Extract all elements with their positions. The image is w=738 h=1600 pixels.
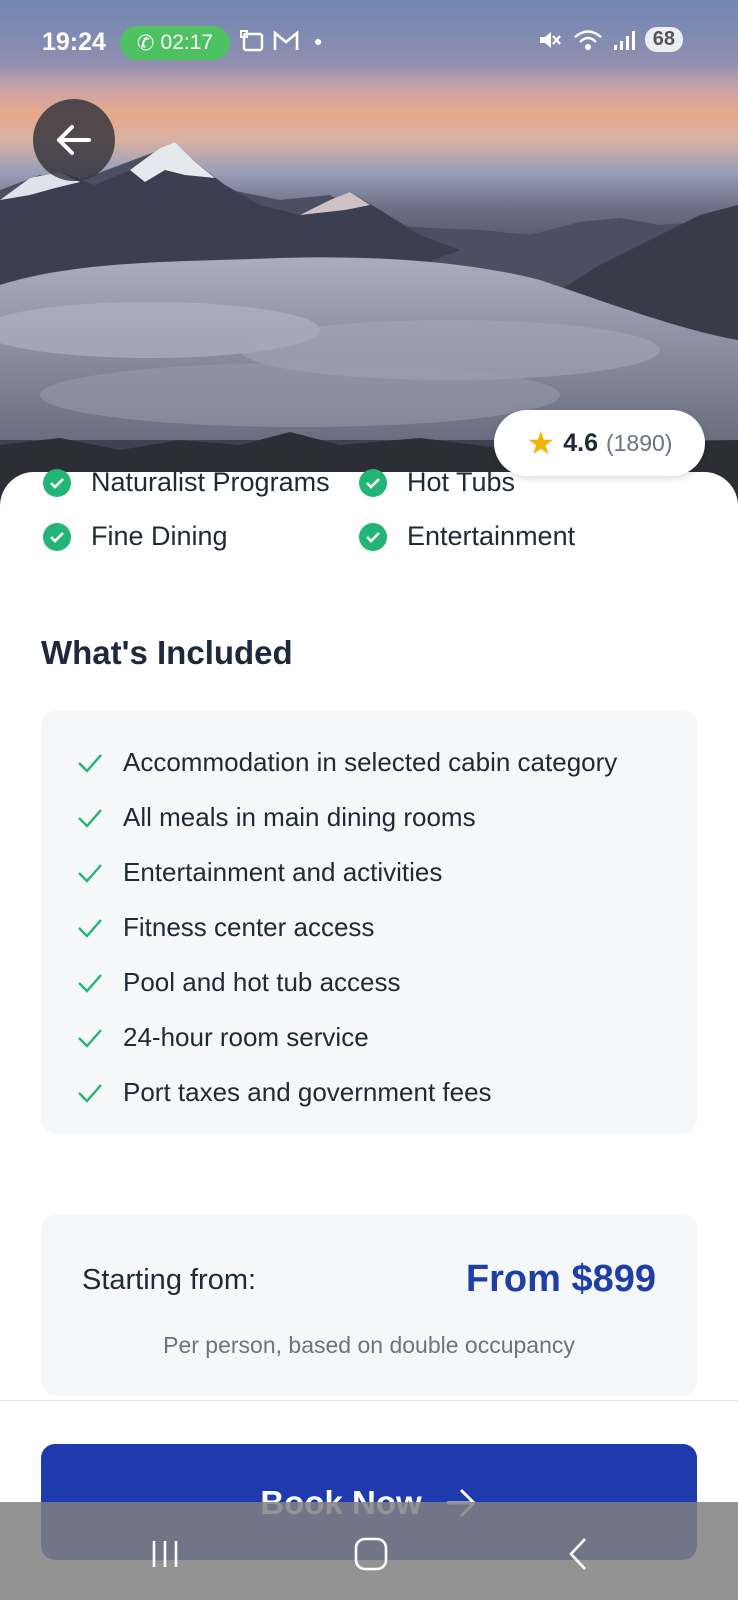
price-label: Starting from: [82,1264,257,1296]
included-item-label: Accommodation in selected cabin category [123,747,618,777]
rating-badge: ★ 4.6 (1890) [494,410,705,476]
included-item-label: All meals in main dining rooms [123,802,476,832]
included-item-label: Pool and hot tub access [123,967,401,997]
status-bar: 19:24 ✆ 02:17 ● 68 [0,0,738,86]
amenity-item: Naturalist Programs [43,467,330,498]
chevron-left-icon [569,1538,586,1570]
list-item: Fitness center access [77,912,374,943]
home-button[interactable] [341,1532,401,1576]
divider [0,1400,738,1401]
call-timer: 02:17 [160,31,214,54]
system-navigation-bar [0,1502,738,1600]
gmail-icon [273,30,299,50]
pricing-card: Starting from: From $899 Per person, bas… [41,1214,697,1396]
screen-record-icon [240,30,264,52]
details-sheet: Naturalist Programs Hot Tubs Fine Dining… [0,467,738,1600]
list-item: All meals in main dining rooms [77,802,476,833]
included-item-label: Fitness center access [123,912,375,942]
notification-icons: ● [240,29,322,53]
check-icon [78,918,102,938]
amenity-label: Fine Dining [91,521,228,551]
recent-apps-button[interactable] [135,1532,195,1576]
check-circle-icon [359,468,387,497]
ongoing-call-pill[interactable]: ✆ 02:17 [120,26,230,60]
check-icon [78,753,102,773]
rating-count: (1890) [605,429,673,456]
list-item: Accommodation in selected cabin category [77,747,617,778]
mute-icon [539,31,561,48]
check-circle-icon [43,522,71,551]
included-item-label: Entertainment and activities [123,857,443,887]
amenity-label: Entertainment [407,521,576,551]
amenity-label: Naturalist Programs [91,467,330,497]
phone-icon: ✆ [136,31,155,55]
list-item: Pool and hot tub access [77,967,401,998]
list-item: Entertainment and activities [77,857,442,888]
amenity-item: Fine Dining [43,521,228,552]
check-icon [78,808,102,828]
amenity-item: Hot Tubs [359,467,515,498]
wifi-icon [573,29,602,50]
list-item: Port taxes and government fees [77,1077,492,1108]
check-circle-icon [43,468,71,497]
check-icon [78,863,102,883]
amenity-label: Hot Tubs [407,467,516,497]
price-value: From $899 [465,1258,656,1300]
price-note: Per person, based on double occupancy [163,1332,575,1358]
check-icon [78,1028,102,1048]
signal-icon [613,30,635,50]
system-icons: 68 [537,27,683,52]
section-title-whats-included: What's Included [41,634,293,671]
home-icon [354,1537,388,1571]
arrow-left-icon [57,125,91,155]
included-item-label: Port taxes and government fees [123,1077,492,1107]
list-item: 24-hour room service [77,1022,369,1053]
check-icon [78,1083,102,1103]
amenity-item: Entertainment [359,521,575,552]
back-button[interactable] [33,99,115,181]
system-back-button[interactable] [548,1532,608,1576]
check-icon [78,973,102,993]
battery-level: 68 [652,28,675,50]
more-notifications-dot-icon: ● [314,33,323,49]
recent-apps-icon [152,1541,178,1567]
rating-value: 4.6 [563,428,598,457]
included-list-card: Accommodation in selected cabin category… [41,710,697,1134]
check-circle-icon [359,522,387,551]
included-item-label: 24-hour room service [123,1022,369,1052]
star-icon: ★ [526,425,556,461]
battery-indicator: 68 [644,27,683,52]
status-time: 19:24 [42,28,106,56]
